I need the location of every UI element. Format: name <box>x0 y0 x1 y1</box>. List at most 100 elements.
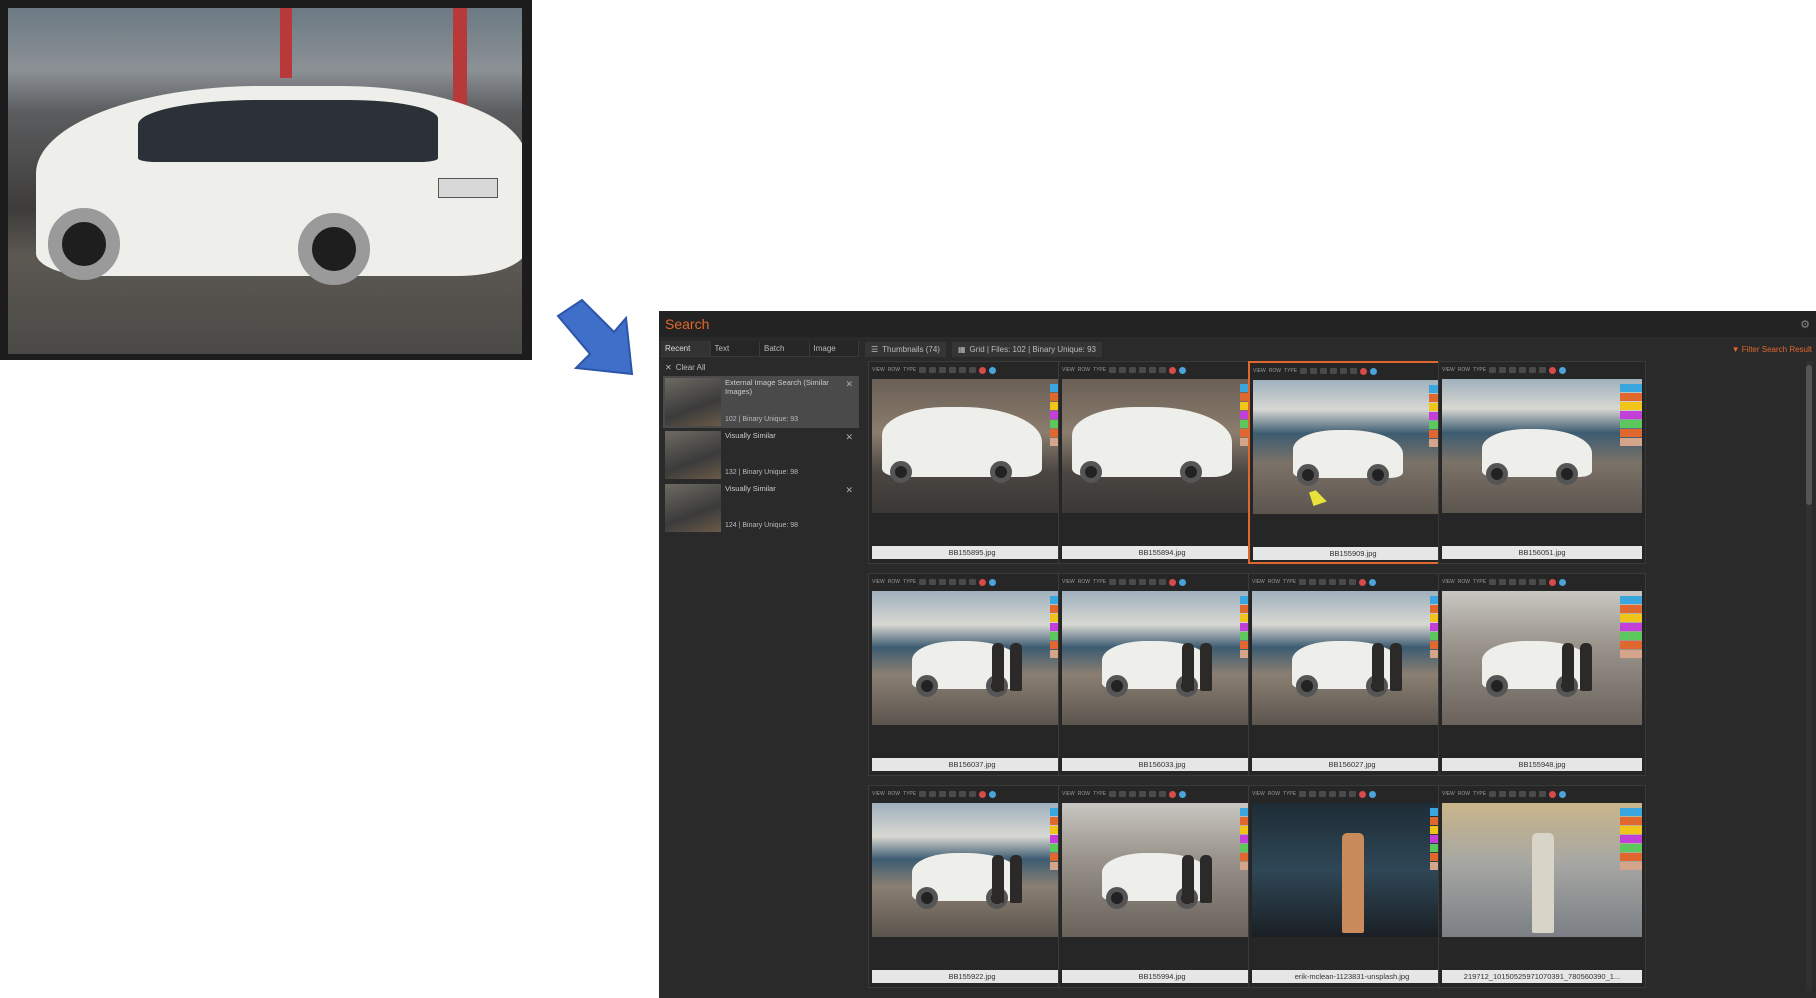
tool-icon[interactable] <box>1339 579 1347 585</box>
tool-icon[interactable] <box>929 579 937 585</box>
tag-chip[interactable] <box>1620 623 1642 631</box>
tag-chip[interactable] <box>1620 429 1642 437</box>
tool-icon[interactable] <box>1499 367 1507 373</box>
thumbnail-tile[interactable]: VIEW ROW TYPE BB156027.jpg <box>1248 573 1456 776</box>
tag-chip[interactable] <box>1620 438 1642 446</box>
thumbnail-tile[interactable]: VIEW ROW TYPE BB156051.jpg <box>1438 361 1646 564</box>
status-dot-icon[interactable] <box>1559 578 1567 586</box>
tool-icon[interactable] <box>1529 579 1537 585</box>
tool-icon[interactable] <box>1109 367 1117 373</box>
tool-icon[interactable] <box>1159 367 1167 373</box>
tool-icon[interactable] <box>1299 791 1307 797</box>
thumbnail-tile[interactable]: VIEW ROW TYPE BB155948.jpg <box>1438 573 1646 776</box>
scrollbar-thumb[interactable] <box>1806 365 1812 505</box>
tool-icon[interactable] <box>919 579 927 585</box>
tool-icon[interactable] <box>1159 579 1167 585</box>
thumbnail-tile[interactable]: VIEW ROW TYPE BB155895.jpg <box>868 361 1076 564</box>
tool-icon[interactable] <box>1529 791 1537 797</box>
tag-chip[interactable] <box>1620 420 1642 428</box>
thumbnail-image[interactable] <box>872 803 1072 937</box>
tool-icon[interactable] <box>1319 791 1327 797</box>
tool-icon[interactable] <box>969 791 977 797</box>
tool-icon[interactable] <box>939 367 947 373</box>
status-dot-icon[interactable] <box>989 366 997 374</box>
thumbnail-tile[interactable]: VIEW ROW TYPE BB155909.jpg <box>1248 361 1456 564</box>
tool-icon[interactable] <box>1529 367 1537 373</box>
thumbnail-image[interactable] <box>1062 803 1262 937</box>
status-dot-icon[interactable] <box>1179 790 1187 798</box>
tool-icon[interactable] <box>1509 791 1517 797</box>
status-dot-icon[interactable] <box>979 790 987 798</box>
status-dot-icon[interactable] <box>989 790 997 798</box>
tag-chip[interactable] <box>1620 817 1642 825</box>
status-dot-icon[interactable] <box>1370 367 1378 375</box>
thumbnail-image[interactable] <box>1442 803 1642 937</box>
gear-icon[interactable]: ⚙ <box>1800 318 1810 331</box>
tag-chip[interactable] <box>1620 393 1642 401</box>
tool-icon[interactable] <box>929 367 937 373</box>
tool-icon[interactable] <box>959 367 967 373</box>
thumbnail-image[interactable] <box>1442 379 1642 513</box>
tag-chip[interactable] <box>1620 650 1642 658</box>
status-dot-icon[interactable] <box>1169 578 1177 586</box>
thumbnail-tile[interactable]: VIEW ROW TYPE erik-mclean-1123831-unsplash.… <box>1248 785 1456 988</box>
tool-icon[interactable] <box>1489 367 1497 373</box>
tool-icon[interactable] <box>1519 791 1527 797</box>
status-dot-icon[interactable] <box>1169 366 1177 374</box>
status-dot-icon[interactable] <box>1549 366 1557 374</box>
tag-chip[interactable] <box>1620 411 1642 419</box>
tool-icon[interactable] <box>1329 579 1337 585</box>
tool-icon[interactable] <box>1519 367 1527 373</box>
tab-text[interactable]: Text <box>710 341 760 356</box>
status-dot-icon[interactable] <box>989 578 997 586</box>
tag-chip[interactable] <box>1620 596 1642 604</box>
status-dot-icon[interactable] <box>1559 366 1567 374</box>
tag-chip[interactable] <box>1620 605 1642 613</box>
thumbnail-tile[interactable]: VIEW ROW TYPE BB155894.jpg <box>1058 361 1266 564</box>
status-dot-icon[interactable] <box>1549 790 1557 798</box>
tool-icon[interactable] <box>1539 791 1547 797</box>
tool-icon[interactable] <box>1319 579 1327 585</box>
filter-search-result-button[interactable]: ▼ Filter Search Result <box>1732 345 1816 354</box>
tool-icon[interactable] <box>1509 579 1517 585</box>
status-dot-icon[interactable] <box>979 366 987 374</box>
status-dot-icon[interactable] <box>979 578 987 586</box>
tool-icon[interactable] <box>1139 791 1147 797</box>
status-dot-icon[interactable] <box>1179 578 1187 586</box>
thumbnail-tile[interactable]: VIEW ROW TYPE 219712_10150525971070391_7805… <box>1438 785 1646 988</box>
tool-icon[interactable] <box>1139 367 1147 373</box>
tool-icon[interactable] <box>1109 579 1117 585</box>
tag-chip[interactable] <box>1620 641 1642 649</box>
tab-image[interactable]: Image <box>809 341 859 356</box>
recent-search-item[interactable]: Visually Similar 124 | Binary Unique: 98 … <box>663 482 859 534</box>
tool-icon[interactable] <box>1349 579 1357 585</box>
clear-all-button[interactable]: ✕ Clear All <box>661 357 859 376</box>
tab-recent[interactable]: Recent <box>661 341 711 356</box>
thumbnail-image[interactable] <box>872 379 1072 513</box>
recent-search-item[interactable]: External Image Search (Similar Images) 10… <box>663 376 859 428</box>
thumbnail-tile[interactable]: VIEW ROW TYPE BB156033.jpg <box>1058 573 1266 776</box>
tool-icon[interactable] <box>969 579 977 585</box>
tag-chip[interactable] <box>1620 862 1642 870</box>
tool-icon[interactable] <box>949 791 957 797</box>
tab-batch[interactable]: Batch <box>760 341 810 356</box>
tag-chip[interactable] <box>1620 632 1642 640</box>
status-dot-icon[interactable] <box>1169 790 1177 798</box>
tool-icon[interactable] <box>1119 791 1127 797</box>
status-dot-icon[interactable] <box>1359 578 1367 586</box>
tool-icon[interactable] <box>1119 579 1127 585</box>
tag-chip[interactable] <box>1620 835 1642 843</box>
tool-icon[interactable] <box>1499 791 1507 797</box>
close-icon[interactable]: ✕ <box>845 485 853 496</box>
tag-chip[interactable] <box>1620 853 1642 861</box>
tool-icon[interactable] <box>1299 579 1307 585</box>
recent-search-item[interactable]: Visually Similar 132 | Binary Unique: 98 … <box>663 429 859 481</box>
scrollbar[interactable] <box>1806 361 1812 991</box>
tool-icon[interactable] <box>959 579 967 585</box>
status-dot-icon[interactable] <box>1369 578 1377 586</box>
status-dot-icon[interactable] <box>1179 366 1187 374</box>
tab-grid[interactable]: ▦ Grid | Files: 102 | Binary Unique: 93 <box>951 341 1102 357</box>
thumbnail-tile[interactable]: VIEW ROW TYPE BB155994.jpg <box>1058 785 1266 988</box>
thumbnail-image[interactable] <box>1062 591 1262 725</box>
tool-icon[interactable] <box>1129 579 1137 585</box>
